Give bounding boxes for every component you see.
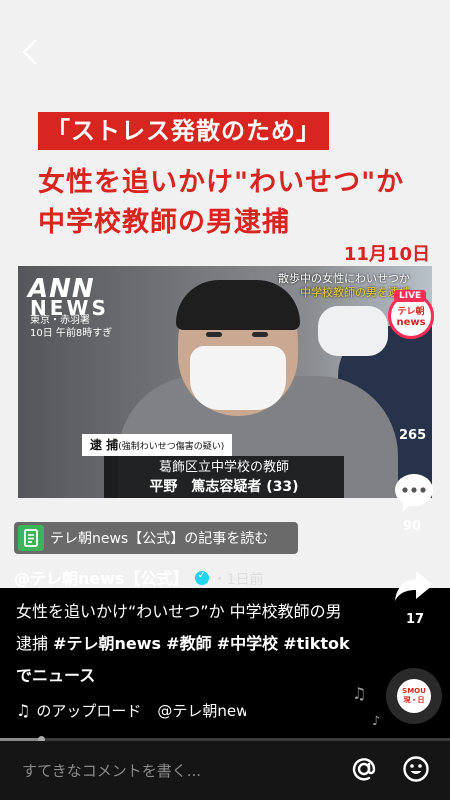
share-button[interactable] (392, 568, 436, 604)
music-disc-label: SMOU 現・日 (397, 679, 431, 713)
location-caption: 東京・赤羽署 10日 午前8時すぎ (30, 314, 112, 340)
suspect-mask (190, 346, 286, 410)
suspect-eye (252, 332, 268, 337)
suspect-name-panel: 葛飾区立中学校の教師 平野 篤志容疑者 (33) (104, 456, 344, 498)
music-creator: @テレ朝news (157, 702, 246, 720)
hashtag[interactable]: #中学校 (217, 634, 278, 653)
headline-line-2: 女性を追いかけ"わいせつ"か (38, 167, 405, 198)
location-name: 東京・赤羽署 (30, 315, 90, 326)
live-badge: LIVE (394, 290, 427, 302)
emoji-button[interactable] (402, 755, 430, 783)
floating-note-icon: ♪ (372, 714, 381, 729)
like-count: 265 (399, 428, 427, 443)
username[interactable]: @テレ朝news【公式】 ・1日前 (14, 565, 263, 589)
suspect-eye (206, 332, 222, 337)
document-icon (18, 525, 44, 551)
comment-count: 90 (403, 519, 422, 534)
music-info[interactable]: ♫ のアップロード @テレ朝news (16, 700, 246, 721)
comment-button[interactable] (392, 470, 436, 514)
back-arrow-icon (22, 39, 37, 65)
hashtag[interactable]: #テレ朝news (53, 634, 161, 653)
suspect-occupation: 葛飾区立中学校の教師 (158, 460, 289, 475)
music-disc[interactable]: SMOU 現・日 (386, 668, 442, 724)
avatar-text-2: news (396, 317, 426, 328)
headline-line-3: 中学校教師の男逮捕 (38, 207, 290, 238)
comment-bar (0, 741, 450, 800)
corner-caption: 散歩中の女性にわいせつか 中学校教師の男を逮捕 (278, 272, 410, 300)
headline-box: 「ストレス発散のため」 (38, 112, 329, 150)
corner-caption-line1: 散歩中の女性にわいせつか (278, 272, 410, 285)
comment-input[interactable] (0, 741, 330, 800)
suspect-name: 平野 篤志容疑者 (33) (149, 479, 299, 495)
location-time: 10日 午前8時すぎ (30, 328, 113, 339)
arrest-label: 逮 捕 (90, 438, 119, 452)
share-icon (395, 571, 433, 601)
video-caption: 女性を追いかけ“わいせつ”か 中学校教師の男逮捕 #テレ朝news #教師 #中… (16, 596, 356, 692)
floating-note-icon: ♫ (352, 684, 367, 703)
read-article-label: テレ朝news【公式】の記事を読む (50, 531, 269, 547)
at-icon (352, 758, 376, 781)
read-article-banner[interactable]: テレ朝news【公式】の記事を読む (14, 522, 298, 554)
username-text: @テレ朝news【公式】 (14, 569, 189, 588)
officer-mask (318, 306, 388, 356)
arrest-note: (強制わいせつ傷害の疑い) (118, 442, 225, 452)
avatar-text-1: テレ朝 (397, 307, 425, 317)
mention-button[interactable] (350, 755, 378, 783)
back-button[interactable] (16, 38, 44, 66)
disc-text-2: 現・日 (403, 696, 425, 704)
share-count: 17 (406, 612, 425, 627)
music-title: のアップロード (36, 702, 142, 720)
disc-text-1: SMOU (402, 687, 426, 695)
hashtag[interactable]: #教師 (166, 634, 211, 653)
emoji-icon (403, 756, 429, 782)
verified-icon (194, 570, 209, 585)
news-still-frame: ANN NEWS 東京・赤羽署 10日 午前8時すぎ 散歩中の女性にわいせつか … (18, 266, 432, 498)
post-time: ・1日前 (212, 572, 264, 588)
corner-caption-line2: 中学校教師の男を逮捕 (300, 286, 410, 299)
broadcast-date: 11月10日 (343, 244, 430, 265)
music-note-icon: ♫ (16, 701, 31, 720)
comment-icon (395, 474, 433, 512)
arrest-tag: 逮 捕(強制わいせつ傷害の疑い) (82, 434, 233, 456)
